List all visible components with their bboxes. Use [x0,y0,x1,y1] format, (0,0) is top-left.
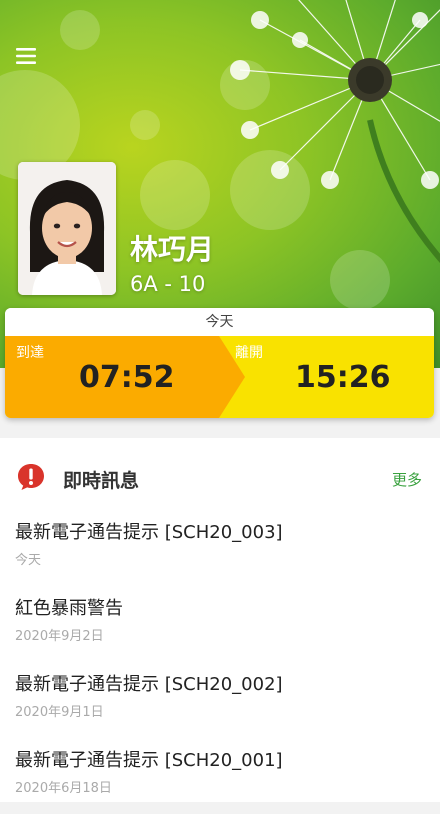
news-item[interactable]: 紅色暴雨警告 2020年9月2日 [0,586,440,662]
leave-time: 15:26 [295,360,391,395]
news-item-date: 今天 [15,553,42,568]
menu-button[interactable] [14,44,40,68]
bokeh-bubble [60,10,100,50]
news-item-title: 紅色暴雨警告 [15,598,123,619]
student-class: 6A - 10 [130,272,206,296]
news-title: 即時訊息 [63,470,140,492]
alert-bubble-icon [18,464,44,490]
attendance-date: 今天 [5,308,434,336]
news-item-date: 2020年9月2日 [15,629,104,644]
news-list: 最新電子通告提示 [SCH20_003] 今天 紅色暴雨警告 2020年9月2日… [0,510,440,814]
bokeh-bubble [130,110,160,140]
news-section: 即時訊息 更多 最新電子通告提示 [SCH20_003] 今天 紅色暴雨警告 2… [0,438,440,802]
hamburger-menu-icon [16,48,36,64]
arrival-time: 07:52 [79,360,175,395]
news-item[interactable]: 最新電子通告提示 [SCH20_003] 今天 [0,510,440,586]
news-header: 即時訊息 更多 [0,438,440,520]
news-item-title: 最新電子通告提示 [SCH20_003] [15,522,283,543]
news-item-title: 最新電子通告提示 [SCH20_001] [15,750,283,771]
student-avatar[interactable] [18,162,116,295]
leave-label: 離開 [235,345,263,361]
student-name: 林巧月 [130,233,215,266]
news-item-date: 2020年9月1日 [15,705,104,720]
dandelion-graphic [230,0,440,263]
news-item-title: 最新電子通告提示 [SCH20_002] [15,674,283,695]
news-item[interactable]: 最新電子通告提示 [SCH20_001] 2020年6月18日 [0,738,440,814]
news-item[interactable]: 最新電子通告提示 [SCH20_002] 2020年9月1日 [0,662,440,738]
student-photo [18,162,116,295]
attendance-times: 到達 07:52 離開 15:26 [5,336,434,418]
news-item-date: 2020年6月18日 [15,781,112,796]
attendance-card[interactable]: 今天 到達 07:52 離開 15:26 [5,308,434,418]
arrival-label: 到達 [16,345,44,361]
more-link[interactable]: 更多 [392,469,422,490]
